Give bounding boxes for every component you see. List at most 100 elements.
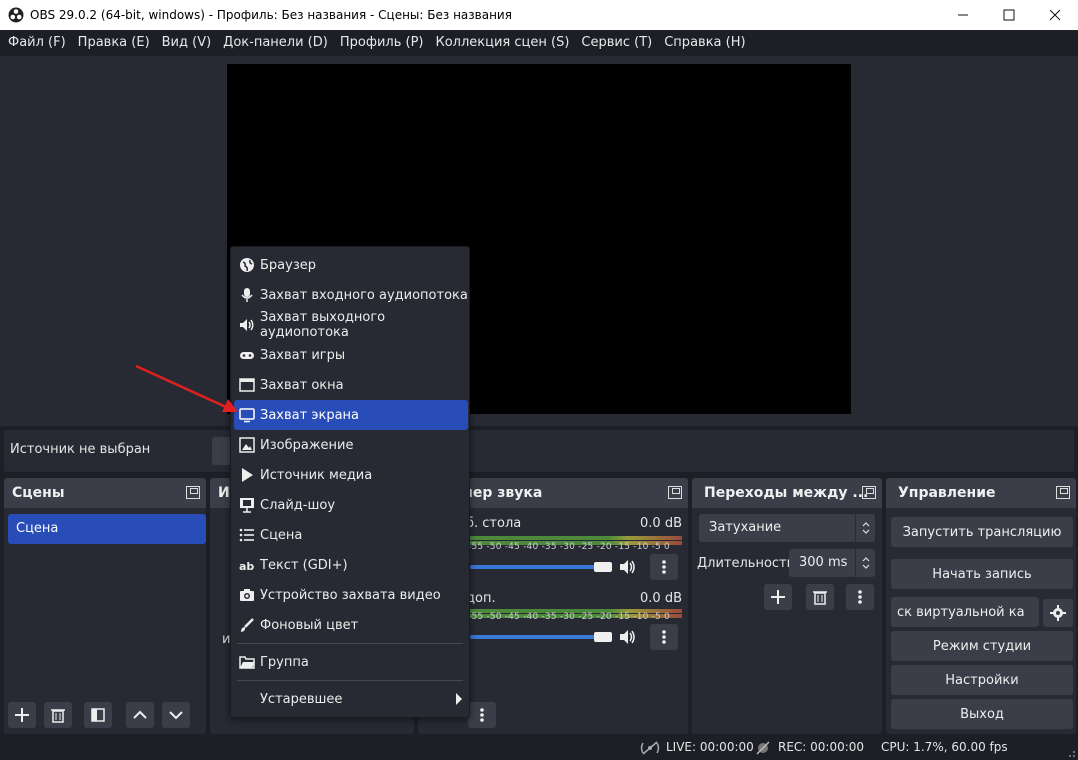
menu-item-text[interactable]: ab Текст (GDI+) — [234, 550, 468, 580]
scenes-header: Сцены — [4, 478, 206, 508]
menu-item-slideshow[interactable]: Слайд-шоу — [234, 490, 468, 520]
volume-slider-thumb[interactable] — [594, 562, 612, 572]
settings-button[interactable]: Настройки — [891, 665, 1073, 695]
mixer-menu-button[interactable] — [468, 702, 496, 728]
menu-item-label: Группа — [260, 654, 309, 670]
menu-item-audio-input[interactable]: Захват входного аудиопотока — [234, 280, 468, 310]
speaker-icon[interactable] — [618, 558, 636, 576]
undock-icon[interactable] — [668, 486, 682, 499]
maximize-button[interactable] — [986, 0, 1032, 30]
transition-select[interactable]: Затухание — [699, 514, 875, 542]
menu-item-game-capture[interactable]: Захват игры — [234, 340, 468, 370]
menu-item-label: Браузер — [260, 257, 316, 273]
menu-item-label: Текст (GDI+) — [260, 557, 348, 573]
menu-item-video-capture[interactable]: Устройство захвата видео — [234, 580, 468, 610]
menu-item-deprecated[interactable]: Устаревшее — [234, 684, 468, 714]
menu-docks[interactable]: Док-панели (D) — [217, 30, 334, 56]
menu-item-image[interactable]: Изображение — [234, 430, 468, 460]
camera-icon — [240, 589, 254, 601]
menu-separator — [237, 643, 463, 644]
menu-item-label: Устройство захвата видео — [260, 587, 441, 603]
menu-edit[interactable]: Правка (E) — [72, 30, 156, 56]
minimize-button[interactable] — [940, 0, 986, 30]
brush-icon — [241, 618, 254, 632]
scenes-title: Сцены — [12, 485, 65, 501]
start-streaming-button[interactable]: Запустить трансляцию — [891, 517, 1073, 547]
move-scene-up-button[interactable] — [126, 702, 154, 728]
mixer-track-name: доп. — [466, 591, 496, 606]
controls-dock: Управление Запустить трансляцию Начать з… — [886, 478, 1076, 734]
track-menu-button[interactable] — [650, 554, 678, 580]
meter-scale: -55 -50 -45 -40 -35 -30 -25 -20 -15 -10 … — [468, 542, 670, 552]
undock-icon[interactable] — [1056, 486, 1070, 499]
filter-icon — [91, 708, 105, 722]
add-transition-button[interactable] — [764, 584, 792, 610]
more-vertical-icon — [480, 708, 484, 722]
chevron-updown-icon — [855, 549, 875, 577]
title-bar: OBS 29.0.2 (64-bit, windows) - Профиль: … — [0, 0, 1078, 30]
rec-status: REC: 00:00:00 — [778, 740, 865, 754]
status-bar: LIVE: 00:00:00 REC: 00:00:00 CPU: 1.7%, … — [0, 736, 1078, 760]
transition-select-value: Затухание — [709, 520, 782, 535]
menu-file[interactable]: Файл (F) — [2, 30, 72, 56]
menu-tools[interactable]: Сервис (T) — [575, 30, 658, 56]
close-icon — [1049, 9, 1061, 21]
menu-item-label: Захват экрана — [260, 407, 359, 423]
plus-icon — [15, 708, 29, 722]
undock-icon[interactable] — [862, 486, 876, 499]
track-menu-button[interactable] — [650, 624, 678, 650]
menu-item-label: Устаревшее — [260, 691, 343, 707]
undock-icon[interactable] — [186, 486, 200, 499]
trash-icon — [51, 709, 65, 723]
window-icon — [239, 378, 255, 392]
virtual-camera-settings-button[interactable] — [1043, 599, 1073, 627]
menu-item-label: Фоновый цвет — [260, 617, 359, 633]
menu-item-color-source[interactable]: Фоновый цвет — [234, 610, 468, 640]
add-scene-button[interactable] — [8, 702, 36, 728]
menu-item-window-capture[interactable]: Захват окна — [234, 370, 468, 400]
remove-transition-button[interactable] — [806, 584, 834, 610]
menu-help[interactable]: Справка (H) — [658, 30, 751, 56]
studio-mode-button[interactable]: Режим студии — [891, 631, 1073, 661]
menu-item-browser[interactable]: Браузер — [234, 250, 468, 280]
volume-slider[interactable] — [470, 635, 606, 639]
microphone-icon — [241, 288, 253, 302]
controls-title: Управление — [898, 485, 996, 501]
scene-list-item[interactable]: Сцена — [8, 514, 206, 544]
duration-spinbox[interactable]: 300 ms — [789, 549, 875, 577]
menu-bar: Файл (F) Правка (E) Вид (V) Док-панели (… — [0, 30, 1078, 56]
menu-profile[interactable]: Профиль (P) — [334, 30, 430, 56]
more-vertical-icon — [858, 590, 862, 604]
text-icon: ab — [239, 560, 254, 573]
menu-item-audio-output[interactable]: Захват выходного аудиопотока — [234, 310, 468, 340]
chevron-updown-icon — [855, 514, 875, 542]
mixer-track-name: б. стола — [466, 516, 522, 531]
resize-grip-icon[interactable] — [1066, 748, 1076, 758]
remove-scene-button[interactable] — [44, 702, 72, 728]
menu-item-scene[interactable]: Сцена — [234, 520, 468, 550]
menu-view[interactable]: Вид (V) — [156, 30, 218, 56]
volume-meter — [470, 536, 682, 540]
speaker-icon[interactable] — [618, 628, 636, 646]
duration-value: 300 ms — [799, 555, 848, 570]
speaker-icon — [240, 319, 254, 331]
transition-menu-button[interactable] — [846, 584, 874, 610]
more-vertical-icon — [662, 630, 666, 644]
exit-button[interactable]: Выход — [891, 699, 1073, 729]
scene-filters-button[interactable] — [84, 702, 112, 728]
menu-item-media-source[interactable]: Источник медиа — [234, 460, 468, 490]
image-icon — [239, 437, 255, 453]
volume-slider[interactable] — [470, 565, 606, 569]
meter-scale: -55 -50 -45 -40 -35 -30 -25 -20 -15 -10 … — [468, 612, 670, 622]
volume-slider-thumb[interactable] — [594, 632, 612, 642]
virtual-camera-button[interactable]: ск виртуальной ка — [891, 597, 1039, 627]
menu-item-label: Источник медиа — [260, 467, 373, 483]
close-button[interactable] — [1032, 0, 1078, 30]
menu-scene-collection[interactable]: Коллекция сцен (S) — [429, 30, 575, 56]
move-scene-down-button[interactable] — [162, 702, 190, 728]
menu-item-group[interactable]: Группа — [234, 647, 468, 677]
menu-item-display-capture[interactable]: Захват экрана — [234, 400, 468, 430]
window-title: OBS 29.0.2 (64-bit, windows) - Профиль: … — [30, 8, 512, 22]
start-recording-button[interactable]: Начать запись — [891, 559, 1073, 589]
preview-area — [0, 56, 1078, 426]
